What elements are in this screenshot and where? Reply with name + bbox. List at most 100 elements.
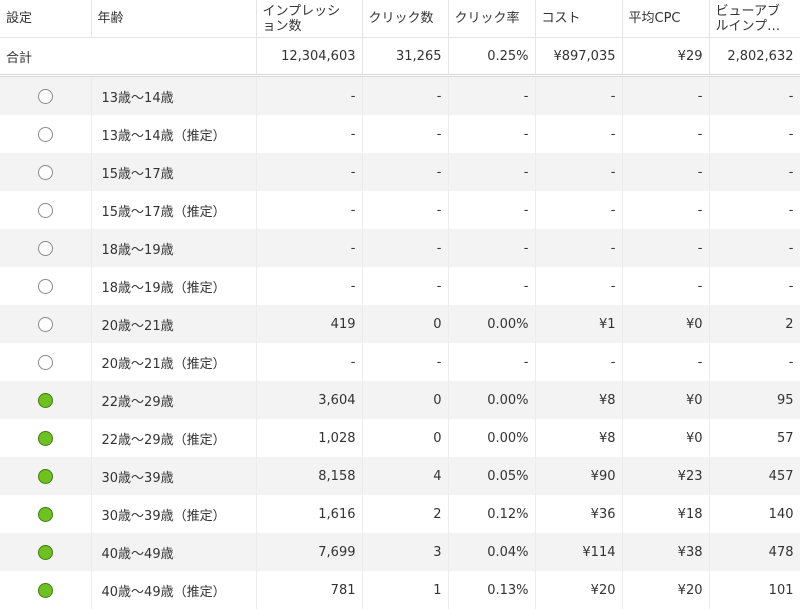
status-inactive-icon[interactable] <box>37 126 53 142</box>
column-header-viewable-line2: ルインプ… <box>715 18 781 34</box>
viewable-impressions-cell: - <box>709 343 800 381</box>
avg-cpc-cell: ¥38 <box>622 533 710 571</box>
status-cell <box>0 305 92 343</box>
viewable-impressions-cell: 140 <box>709 495 800 533</box>
column-header-cost[interactable]: コスト <box>535 0 623 38</box>
clicks-cell: 0 <box>362 305 449 343</box>
avg-cpc-cell: ¥18 <box>622 495 710 533</box>
viewable-impressions-cell: 457 <box>709 457 800 495</box>
ctr-cell: - <box>448 115 536 153</box>
age-range: 18歳～19歳 <box>91 229 257 267</box>
avg-cpc-cell: ¥23 <box>622 457 710 495</box>
impressions-cell: - <box>256 191 363 229</box>
table-row: 13歳～14歳（推定） - - - - - - <box>0 115 800 153</box>
status-inactive-icon[interactable] <box>37 240 53 256</box>
age-range: 20歳～21歳 <box>91 305 257 343</box>
status-cell <box>0 457 92 495</box>
status-active-icon[interactable] <box>37 544 53 560</box>
column-header-clicks[interactable]: クリック数 <box>362 0 449 38</box>
table-row: 30歳～39歳（推定） 1,616 2 0.12% ¥36 ¥18 140 <box>0 495 800 533</box>
avg-cpc-cell: - <box>622 229 710 267</box>
table-row: 18歳～19歳（推定） - - - - - - <box>0 267 800 305</box>
age-range: 15歳～17歳 <box>91 153 257 191</box>
table-row: 15歳～17歳 - - - - - - <box>0 153 800 191</box>
column-header-avg-cpc[interactable]: 平均CPC <box>622 0 710 38</box>
status-inactive-icon[interactable] <box>37 88 53 104</box>
table-row: 15歳～17歳（推定） - - - - - - <box>0 191 800 229</box>
impressions-cell: - <box>256 153 363 191</box>
cost-cell: ¥90 <box>535 457 623 495</box>
status-cell <box>0 267 92 305</box>
table-row: 40歳～49歳（推定） 781 1 0.13% ¥20 ¥20 101 <box>0 571 800 609</box>
status-inactive-icon[interactable] <box>37 354 53 370</box>
impressions-cell: - <box>256 75 363 115</box>
total-impressions: 12,304,603 <box>256 37 363 77</box>
viewable-impressions-cell: 2 <box>709 305 800 343</box>
column-header-ctr[interactable]: クリック率 <box>448 0 536 38</box>
table-row: 13歳～14歳 - - - - - - <box>0 75 800 115</box>
status-inactive-icon[interactable] <box>37 278 53 294</box>
total-ctr: 0.25% <box>448 37 536 77</box>
age-range: 13歳～14歳 <box>91 75 257 115</box>
ctr-cell: 0.12% <box>448 495 536 533</box>
status-cell <box>0 495 92 533</box>
ctr-cell: 0.00% <box>448 305 536 343</box>
avg-cpc-cell: ¥0 <box>622 419 710 457</box>
impressions-cell: 1,028 <box>256 419 363 457</box>
ctr-cell: 0.00% <box>448 419 536 457</box>
column-header-setting[interactable]: 設定 <box>0 0 92 38</box>
age-range: 30歳～39歳 <box>91 457 257 495</box>
total-cost: ¥897,035 <box>535 37 623 77</box>
avg-cpc-cell: - <box>622 75 710 115</box>
ctr-cell: - <box>448 343 536 381</box>
status-cell <box>0 75 92 115</box>
table-row: 20歳～21歳 419 0 0.00% ¥1 ¥0 2 <box>0 305 800 343</box>
viewable-impressions-cell: - <box>709 267 800 305</box>
status-active-icon[interactable] <box>37 430 53 446</box>
total-label: 合計 <box>0 37 257 77</box>
viewable-impressions-cell: - <box>709 229 800 267</box>
age-report-table: 設定 年齢 インプレッシ ョン数 クリック数 クリック率 コスト 平均CPC ビ… <box>0 0 800 609</box>
status-cell <box>0 571 92 609</box>
impressions-cell: 781 <box>256 571 363 609</box>
status-inactive-icon[interactable] <box>37 164 53 180</box>
clicks-cell: - <box>362 191 449 229</box>
table-row: 22歳～29歳 3,604 0 0.00% ¥8 ¥0 95 <box>0 381 800 419</box>
age-range: 22歳～29歳 <box>91 381 257 419</box>
status-inactive-icon[interactable] <box>37 202 53 218</box>
ctr-cell: 0.00% <box>448 381 536 419</box>
viewable-impressions-cell: 95 <box>709 381 800 419</box>
impressions-cell: - <box>256 115 363 153</box>
cost-cell: - <box>535 153 623 191</box>
status-active-icon[interactable] <box>37 506 53 522</box>
clicks-cell: - <box>362 153 449 191</box>
cost-cell: - <box>535 115 623 153</box>
status-inactive-icon[interactable] <box>37 316 53 332</box>
age-range: 15歳～17歳（推定） <box>91 191 257 229</box>
avg-cpc-cell: - <box>622 267 710 305</box>
impressions-cell: - <box>256 267 363 305</box>
avg-cpc-cell: - <box>622 343 710 381</box>
impressions-cell: - <box>256 343 363 381</box>
clicks-cell: - <box>362 267 449 305</box>
viewable-impressions-cell: - <box>709 75 800 115</box>
table-row: 40歳～49歳 7,699 3 0.04% ¥114 ¥38 478 <box>0 533 800 571</box>
age-range: 30歳～39歳（推定） <box>91 495 257 533</box>
impressions-cell: 419 <box>256 305 363 343</box>
age-range: 20歳～21歳（推定） <box>91 343 257 381</box>
status-active-icon[interactable] <box>37 392 53 408</box>
status-cell <box>0 115 92 153</box>
impressions-cell: 1,616 <box>256 495 363 533</box>
column-header-viewable-impressions[interactable]: ビューアブ ルインプ… <box>709 0 800 38</box>
status-cell <box>0 419 92 457</box>
column-header-age[interactable]: 年齢 <box>91 0 257 38</box>
status-active-icon[interactable] <box>37 468 53 484</box>
clicks-cell: 1 <box>362 571 449 609</box>
total-viewable-impressions: 2,802,632 <box>709 37 800 77</box>
status-cell <box>0 191 92 229</box>
clicks-cell: 2 <box>362 495 449 533</box>
status-active-icon[interactable] <box>37 582 53 598</box>
impressions-cell: 8,158 <box>256 457 363 495</box>
status-cell <box>0 381 92 419</box>
column-header-impressions[interactable]: インプレッシ ョン数 <box>256 0 363 38</box>
